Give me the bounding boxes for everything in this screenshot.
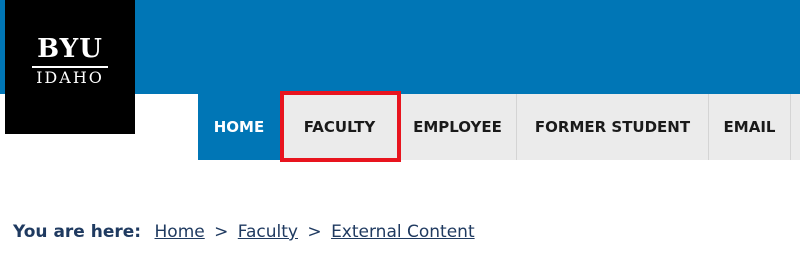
breadcrumb-separator: > xyxy=(214,222,229,242)
logo-text-top: BYU xyxy=(37,34,103,64)
nav-tab-home[interactable]: HOME xyxy=(198,94,280,160)
logo-text-bottom: IDAHO xyxy=(36,68,104,87)
breadcrumb: You are here: Home > Faculty > External … xyxy=(13,220,475,244)
nav-tab-email[interactable]: EMAIL xyxy=(708,94,790,160)
nav-tab-faculty[interactable]: FACULTY xyxy=(280,94,398,160)
breadcrumb-prefix: You are here: xyxy=(13,222,142,242)
nav-tab-employee[interactable]: EMPLOYEE xyxy=(398,94,516,160)
main-nav: HOME FACULTY EMPLOYEE FORMER STUDENT EMA… xyxy=(198,94,800,160)
page: BYU IDAHO HOME FACULTY EMPLOYEE FORMER S… xyxy=(0,0,800,254)
breadcrumb-link-home[interactable]: Home xyxy=(155,222,205,242)
breadcrumb-link-external-content[interactable]: External Content xyxy=(331,222,475,242)
byu-idaho-logo[interactable]: BYU IDAHO xyxy=(5,0,135,134)
breadcrumb-separator: > xyxy=(307,222,322,242)
nav-tab-former-student[interactable]: FORMER STUDENT xyxy=(516,94,708,160)
nav-tab-overflow[interactable] xyxy=(790,94,800,160)
breadcrumb-link-faculty[interactable]: Faculty xyxy=(238,222,298,242)
